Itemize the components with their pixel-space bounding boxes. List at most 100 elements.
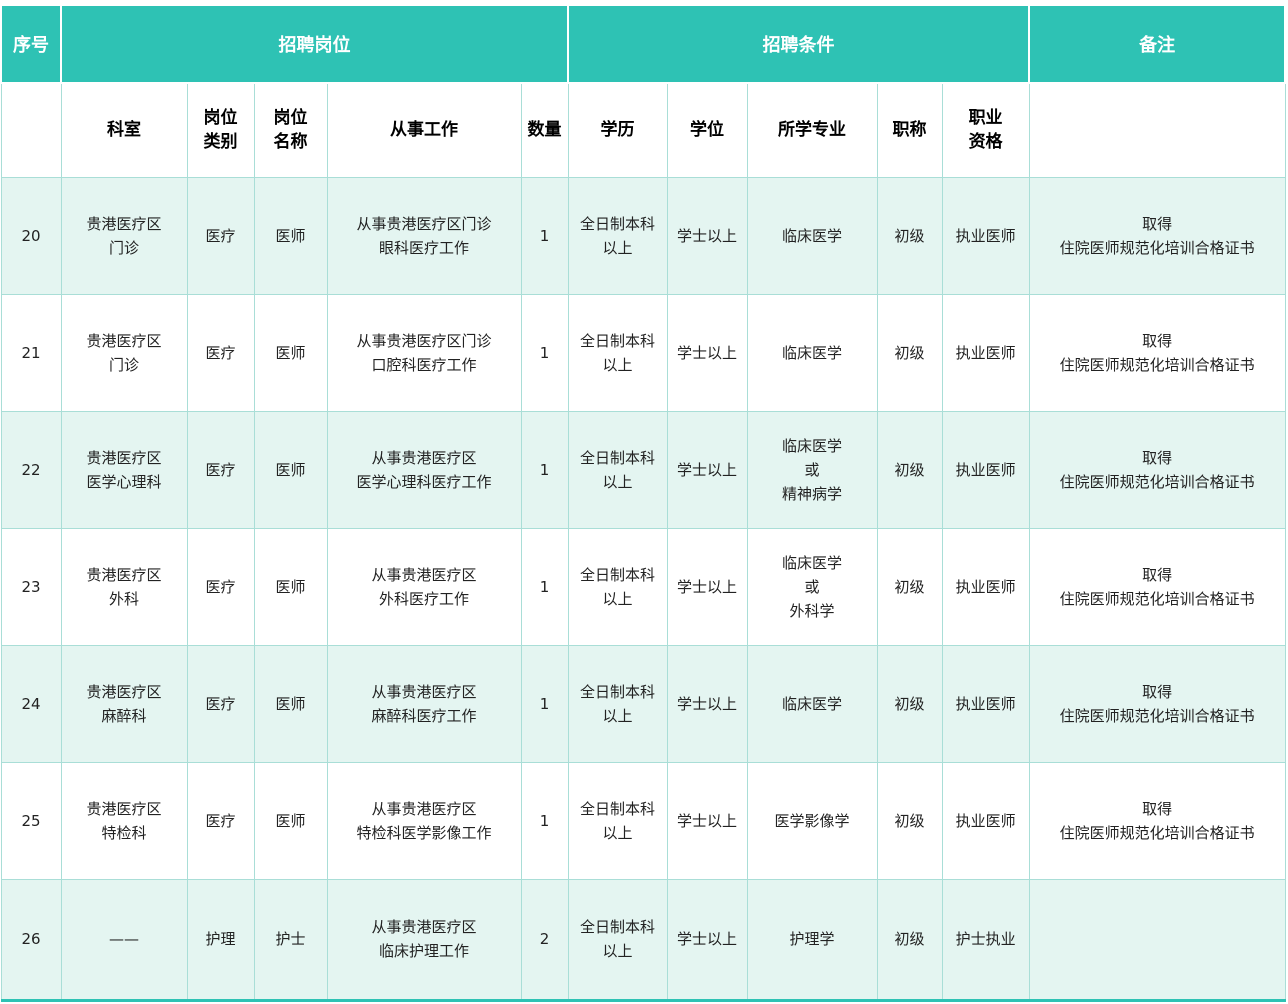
cell-keshi: 贵港医疗区 麻醉科: [61, 645, 187, 762]
cell-gongzuo: 从事贵港医疗区门诊 眼科医疗工作: [327, 177, 521, 294]
cell-no: 23: [1, 528, 61, 645]
cell-zhuanye: 医学影像学: [747, 762, 877, 879]
cell-shuliang: 1: [521, 528, 568, 645]
table-row: 23贵港医疗区 外科医疗医师从事贵港医疗区 外科医疗工作1全日制本科 以上学士以…: [1, 528, 1285, 645]
cell-mingcheng: 医师: [254, 528, 327, 645]
cell-leibie: 医疗: [187, 762, 254, 879]
cell-zige: 执业医师: [942, 294, 1029, 411]
table-row: 21贵港医疗区 门诊医疗医师从事贵港医疗区门诊 口腔科医疗工作1全日制本科 以上…: [1, 294, 1285, 411]
cell-leibie: 医疗: [187, 294, 254, 411]
header-serial: 序号: [1, 5, 61, 83]
header-position-group: 招聘岗位: [61, 5, 568, 83]
cell-leibie: 医疗: [187, 177, 254, 294]
cell-zhicheng: 初级: [877, 645, 942, 762]
cell-mingcheng: 医师: [254, 177, 327, 294]
cell-keshi: 贵港医疗区 特检科: [61, 762, 187, 879]
header-remark: 备注: [1029, 5, 1285, 83]
cell-beizhu: 取得 住院医师规范化培训合格证书: [1029, 177, 1285, 294]
cell-leibie: 医疗: [187, 645, 254, 762]
header-serial-spacer: [1, 83, 61, 177]
cell-gongzuo: 从事贵港医疗区门诊 口腔科医疗工作: [327, 294, 521, 411]
cell-zige: 执业医师: [942, 411, 1029, 528]
cell-beizhu: 取得 住院医师规范化培训合格证书: [1029, 762, 1285, 879]
cell-gongzuo: 从事贵港医疗区 临床护理工作: [327, 879, 521, 1000]
cell-gongzuo: 从事贵港医疗区 医学心理科医疗工作: [327, 411, 521, 528]
column-header-row: 科室 岗位 类别 岗位 名称 从事工作 数量 学历 学位 所学专业 职称 职业 …: [1, 83, 1285, 177]
group-header-row: 序号 招聘岗位 招聘条件 备注: [1, 5, 1285, 83]
cell-zige: 护士执业: [942, 879, 1029, 1000]
table-body: 20贵港医疗区 门诊医疗医师从事贵港医疗区门诊 眼科医疗工作1全日制本科 以上学…: [1, 177, 1285, 1000]
cell-no: 24: [1, 645, 61, 762]
cell-xueli: 全日制本科 以上: [568, 177, 667, 294]
cell-shuliang: 1: [521, 294, 568, 411]
header-title-rank: 职称: [877, 83, 942, 177]
cell-gongzuo: 从事贵港医疗区 麻醉科医疗工作: [327, 645, 521, 762]
cell-zhicheng: 初级: [877, 411, 942, 528]
cell-gongzuo: 从事贵港医疗区 特检科医学影像工作: [327, 762, 521, 879]
cell-xuewei: 学士以上: [667, 879, 747, 1000]
cell-zige: 执业医师: [942, 177, 1029, 294]
cell-xueli: 全日制本科 以上: [568, 528, 667, 645]
cell-xuewei: 学士以上: [667, 294, 747, 411]
cell-mingcheng: 医师: [254, 294, 327, 411]
cell-beizhu: 取得 住院医师规范化培训合格证书: [1029, 411, 1285, 528]
cell-zhicheng: 初级: [877, 294, 942, 411]
cell-gongzuo: 从事贵港医疗区 外科医疗工作: [327, 528, 521, 645]
cell-zige: 执业医师: [942, 528, 1029, 645]
cell-shuliang: 2: [521, 879, 568, 1000]
cell-keshi: ——: [61, 879, 187, 1000]
cell-keshi: 贵港医疗区 门诊: [61, 294, 187, 411]
cell-mingcheng: 医师: [254, 762, 327, 879]
table-row: 22贵港医疗区 医学心理科医疗医师从事贵港医疗区 医学心理科医疗工作1全日制本科…: [1, 411, 1285, 528]
cell-zhuanye: 护理学: [747, 879, 877, 1000]
cell-beizhu: 取得 住院医师规范化培训合格证书: [1029, 294, 1285, 411]
cell-zhuanye: 临床医学: [747, 294, 877, 411]
cell-shuliang: 1: [521, 645, 568, 762]
table-row: 26——护理护士从事贵港医疗区 临床护理工作2全日制本科 以上学士以上护理学初级…: [1, 879, 1285, 1000]
cell-zige: 执业医师: [942, 762, 1029, 879]
header-degree: 学位: [667, 83, 747, 177]
cell-xueli: 全日制本科 以上: [568, 762, 667, 879]
cell-zhicheng: 初级: [877, 879, 942, 1000]
cell-no: 25: [1, 762, 61, 879]
cell-mingcheng: 医师: [254, 645, 327, 762]
header-job-duty: 从事工作: [327, 83, 521, 177]
cell-keshi: 贵港医疗区 外科: [61, 528, 187, 645]
cell-shuliang: 1: [521, 411, 568, 528]
cell-xuewei: 学士以上: [667, 645, 747, 762]
cell-shuliang: 1: [521, 177, 568, 294]
cell-zige: 执业医师: [942, 645, 1029, 762]
cell-zhuanye: 临床医学 或 精神病学: [747, 411, 877, 528]
cell-xuewei: 学士以上: [667, 411, 747, 528]
header-major: 所学专业: [747, 83, 877, 177]
cell-zhicheng: 初级: [877, 528, 942, 645]
cell-no: 21: [1, 294, 61, 411]
table-row: 25贵港医疗区 特检科医疗医师从事贵港医疗区 特检科医学影像工作1全日制本科 以…: [1, 762, 1285, 879]
recruitment-table: 序号 招聘岗位 招聘条件 备注 科室 岗位 类别 岗位 名称 从事工作 数量 学…: [0, 4, 1286, 1002]
table-row: 24贵港医疗区 麻醉科医疗医师从事贵港医疗区 麻醉科医疗工作1全日制本科 以上学…: [1, 645, 1285, 762]
cell-keshi: 贵港医疗区 医学心理科: [61, 411, 187, 528]
cell-zhuanye: 临床医学: [747, 177, 877, 294]
cell-zhuanye: 临床医学: [747, 645, 877, 762]
cell-xueli: 全日制本科 以上: [568, 411, 667, 528]
header-department: 科室: [61, 83, 187, 177]
table-row: 20贵港医疗区 门诊医疗医师从事贵港医疗区门诊 眼科医疗工作1全日制本科 以上学…: [1, 177, 1285, 294]
cell-xueli: 全日制本科 以上: [568, 879, 667, 1000]
cell-xuewei: 学士以上: [667, 762, 747, 879]
cell-xueli: 全日制本科 以上: [568, 294, 667, 411]
cell-leibie: 护理: [187, 879, 254, 1000]
header-position-type: 岗位 类别: [187, 83, 254, 177]
header-qualification: 职业 资格: [942, 83, 1029, 177]
cell-mingcheng: 护士: [254, 879, 327, 1000]
header-education: 学历: [568, 83, 667, 177]
cell-no: 20: [1, 177, 61, 294]
header-condition-group: 招聘条件: [568, 5, 1029, 83]
recruitment-table-container: 序号 招聘岗位 招聘条件 备注 科室 岗位 类别 岗位 名称 从事工作 数量 学…: [0, 0, 1288, 1002]
cell-no: 22: [1, 411, 61, 528]
cell-beizhu: 取得 住院医师规范化培训合格证书: [1029, 528, 1285, 645]
cell-beizhu: 取得 住院医师规范化培训合格证书: [1029, 645, 1285, 762]
cell-xuewei: 学士以上: [667, 177, 747, 294]
header-remark-spacer: [1029, 83, 1285, 177]
cell-leibie: 医疗: [187, 411, 254, 528]
cell-zhicheng: 初级: [877, 762, 942, 879]
